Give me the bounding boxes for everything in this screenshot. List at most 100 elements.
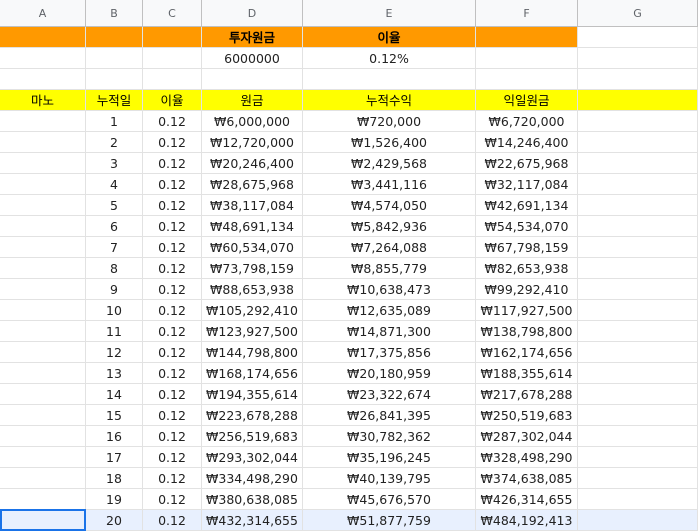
row-7-g[interactable] [578,237,698,258]
row-7-accum[interactable]: ₩7,264,088 [303,237,476,258]
row-10-g[interactable] [578,300,698,321]
row-8-accum[interactable]: ₩8,855,779 [303,258,476,279]
row-1-a[interactable] [0,111,86,132]
row-8-next[interactable]: ₩82,653,938 [476,258,578,279]
column-header-b[interactable]: B [86,0,143,27]
row-11-rate[interactable]: 0.12 [143,321,202,342]
row-17-accum[interactable]: ₩35,196,245 [303,447,476,468]
blank-cell-b[interactable] [86,69,143,90]
header-cell-g[interactable] [578,90,698,111]
row-1-next[interactable]: ₩6,720,000 [476,111,578,132]
row-2-accum[interactable]: ₩1,526,400 [303,132,476,153]
row-13-next[interactable]: ₩188,355,614 [476,363,578,384]
row-6-next[interactable]: ₩54,534,070 [476,216,578,237]
row-14-next[interactable]: ₩217,678,288 [476,384,578,405]
row-2-g[interactable] [578,132,698,153]
row-5-day[interactable]: 5 [86,195,143,216]
title-cell-f[interactable] [476,27,578,48]
row-18-g[interactable] [578,468,698,489]
row-9-g[interactable] [578,279,698,300]
row-4-accum[interactable]: ₩3,441,116 [303,174,476,195]
row-1-rate[interactable]: 0.12 [143,111,202,132]
row-2-day[interactable]: 2 [86,132,143,153]
header-cell-b[interactable]: 누적일 [86,90,143,111]
row-5-next[interactable]: ₩42,691,134 [476,195,578,216]
row-8-rate[interactable]: 0.12 [143,258,202,279]
row-2-rate[interactable]: 0.12 [143,132,202,153]
row-15-rate[interactable]: 0.12 [143,405,202,426]
row-17-day[interactable]: 17 [86,447,143,468]
row-14-g[interactable] [578,384,698,405]
row-14-rate[interactable]: 0.12 [143,384,202,405]
value-cell-f[interactable] [476,48,578,69]
row-9-rate[interactable]: 0.12 [143,279,202,300]
row-5-principal[interactable]: ₩38,117,084 [202,195,303,216]
row-15-a[interactable] [0,405,86,426]
row-19-next[interactable]: ₩426,314,655 [476,489,578,510]
row-7-day[interactable]: 7 [86,237,143,258]
header-cell-c[interactable]: 이율 [143,90,202,111]
row-17-next[interactable]: ₩328,498,290 [476,447,578,468]
row-13-accum[interactable]: ₩20,180,959 [303,363,476,384]
row-5-accum[interactable]: ₩4,574,050 [303,195,476,216]
title-cell-c[interactable] [143,27,202,48]
row-18-day[interactable]: 18 [86,468,143,489]
row-6-g[interactable] [578,216,698,237]
row-5-g[interactable] [578,195,698,216]
row-11-accum[interactable]: ₩14,871,300 [303,321,476,342]
row-13-a[interactable] [0,363,86,384]
row-10-next[interactable]: ₩117,927,500 [476,300,578,321]
row-16-accum[interactable]: ₩30,782,362 [303,426,476,447]
row-4-g[interactable] [578,174,698,195]
title-cell-e[interactable]: 이율 [303,27,476,48]
row-4-day[interactable]: 4 [86,174,143,195]
row-3-principal[interactable]: ₩20,246,400 [202,153,303,174]
row-13-principal[interactable]: ₩168,174,656 [202,363,303,384]
row-6-day[interactable]: 6 [86,216,143,237]
row-3-a[interactable] [0,153,86,174]
row-20-day[interactable]: 20 [86,510,143,531]
row-19-a[interactable] [0,489,86,510]
row-15-next[interactable]: ₩250,519,683 [476,405,578,426]
row-3-day[interactable]: 3 [86,153,143,174]
row-10-day[interactable]: 10 [86,300,143,321]
row-12-principal[interactable]: ₩144,798,800 [202,342,303,363]
row-12-next[interactable]: ₩162,174,656 [476,342,578,363]
blank-cell-g[interactable] [578,69,698,90]
row-19-principal[interactable]: ₩380,638,085 [202,489,303,510]
row-1-accum[interactable]: ₩720,000 [303,111,476,132]
row-7-a[interactable] [0,237,86,258]
row-18-rate[interactable]: 0.12 [143,468,202,489]
value-cell-e[interactable]: 0.12% [303,48,476,69]
row-18-a[interactable] [0,468,86,489]
row-9-next[interactable]: ₩99,292,410 [476,279,578,300]
row-7-rate[interactable]: 0.12 [143,237,202,258]
column-header-d[interactable]: D [202,0,303,27]
row-20-rate[interactable]: 0.12 [143,510,202,531]
header-cell-d[interactable]: 원금 [202,90,303,111]
row-11-g[interactable] [578,321,698,342]
row-18-next[interactable]: ₩374,638,085 [476,468,578,489]
row-16-principal[interactable]: ₩256,519,683 [202,426,303,447]
row-19-rate[interactable]: 0.12 [143,489,202,510]
row-16-a[interactable] [0,426,86,447]
row-6-rate[interactable]: 0.12 [143,216,202,237]
row-3-next[interactable]: ₩22,675,968 [476,153,578,174]
row-16-g[interactable] [578,426,698,447]
row-5-rate[interactable]: 0.12 [143,195,202,216]
row-10-a[interactable] [0,300,86,321]
row-20-next[interactable]: ₩484,192,413 [476,510,578,531]
row-16-day[interactable]: 16 [86,426,143,447]
row-7-next[interactable]: ₩67,798,159 [476,237,578,258]
row-15-principal[interactable]: ₩223,678,288 [202,405,303,426]
row-3-accum[interactable]: ₩2,429,568 [303,153,476,174]
row-14-a[interactable] [0,384,86,405]
row-16-next[interactable]: ₩287,302,044 [476,426,578,447]
row-9-accum[interactable]: ₩10,638,473 [303,279,476,300]
row-1-day[interactable]: 1 [86,111,143,132]
row-9-a[interactable] [0,279,86,300]
title-cell-d[interactable]: 투자원금 [202,27,303,48]
column-header-c[interactable]: C [143,0,202,27]
row-19-accum[interactable]: ₩45,676,570 [303,489,476,510]
row-10-principal[interactable]: ₩105,292,410 [202,300,303,321]
